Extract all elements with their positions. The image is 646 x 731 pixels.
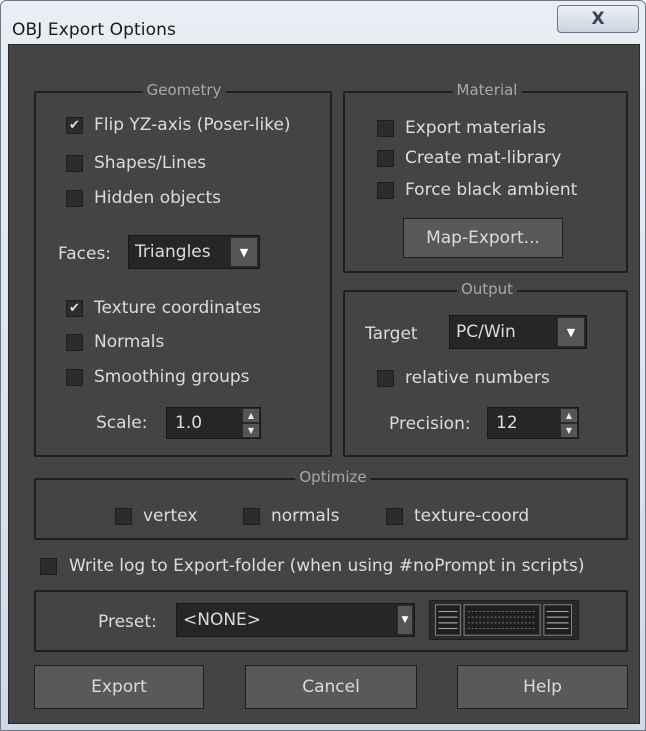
export-button[interactable]: Export xyxy=(34,665,204,709)
optimize-vertex-label: vertex xyxy=(143,506,198,526)
preset-label: Preset: xyxy=(98,612,157,632)
smoothing-groups-checkbox-box[interactable] xyxy=(66,368,83,386)
scale-label: Scale: xyxy=(96,413,148,433)
shapes-lines-label: Shapes/Lines xyxy=(94,153,207,173)
shapes-lines-checkbox[interactable]: Shapes/Lines xyxy=(66,153,206,173)
force-black-ambient-checkbox-box[interactable] xyxy=(377,181,394,199)
create-mat-library-checkbox-box[interactable] xyxy=(377,149,394,167)
target-dropdown[interactable]: PC/Win ▼ xyxy=(449,315,587,349)
optimize-texture-coord-label: texture-coord xyxy=(414,506,530,526)
help-button[interactable]: Help xyxy=(457,665,628,709)
target-value: PC/Win xyxy=(456,322,516,342)
write-log-checkbox-box[interactable] xyxy=(40,557,57,575)
relative-numbers-label: relative numbers xyxy=(405,368,550,388)
precision-spinner[interactable]: 12 ▲ ▼ xyxy=(487,407,579,439)
optimize-normals-checkbox-box[interactable] xyxy=(243,507,260,525)
faces-dropdown[interactable]: Triangles ▼ xyxy=(128,235,260,269)
force-black-ambient-checkbox[interactable]: Force black ambient xyxy=(377,180,577,200)
preset-value: <NONE> xyxy=(183,610,262,630)
optimize-group-title: Optimize xyxy=(295,468,371,486)
title-bar[interactable]: OBJ Export Options X xyxy=(1,1,645,45)
flip-yz-checkbox[interactable]: Flip YZ-axis (Poser-like) xyxy=(66,115,291,135)
dialog-client-area: Geometry Flip YZ-axis (Poser-like) Shape… xyxy=(8,44,640,724)
target-label: Target xyxy=(365,324,418,344)
cancel-button[interactable]: Cancel xyxy=(245,665,417,709)
material-group-title: Material xyxy=(452,81,522,99)
chevron-down-icon[interactable]: ▼ xyxy=(557,317,585,347)
output-group-title: Output xyxy=(456,280,518,298)
precision-spinner-buttons: ▲ ▼ xyxy=(560,408,578,438)
export-materials-checkbox-box[interactable] xyxy=(377,119,394,137)
smoothing-groups-checkbox[interactable]: Smoothing groups xyxy=(66,367,250,387)
relative-numbers-checkbox[interactable]: relative numbers xyxy=(377,368,550,388)
geometry-group-title: Geometry xyxy=(142,81,226,99)
normals-checkbox[interactable]: Normals xyxy=(66,332,164,352)
optimize-vertex-checkbox-box[interactable] xyxy=(115,507,132,525)
spinner-down-icon[interactable]: ▼ xyxy=(242,423,260,438)
close-button[interactable]: X xyxy=(557,5,639,33)
obj-export-dialog: OBJ Export Options X Geometry Flip YZ-ax… xyxy=(0,0,646,731)
optimize-normals-checkbox[interactable]: normals xyxy=(243,506,339,526)
create-mat-library-checkbox[interactable]: Create mat-library xyxy=(377,148,561,168)
hidden-objects-label: Hidden objects xyxy=(94,188,221,208)
optimize-texture-coord-checkbox[interactable]: texture-coord xyxy=(386,506,529,526)
texture-coordinates-label: Texture coordinates xyxy=(94,298,262,318)
precision-label: Precision: xyxy=(389,414,471,434)
precision-value[interactable]: 12 xyxy=(488,408,560,438)
map-export-button[interactable]: Map-Export... xyxy=(403,218,563,258)
window-title: OBJ Export Options xyxy=(12,20,176,40)
hidden-objects-checkbox[interactable]: Hidden objects xyxy=(66,188,221,208)
close-icon: X xyxy=(591,9,605,29)
optimize-texture-coord-checkbox-box[interactable] xyxy=(386,507,403,525)
smoothing-groups-label: Smoothing groups xyxy=(94,367,250,387)
relative-numbers-checkbox-box[interactable] xyxy=(377,369,394,387)
preset-manager-icon[interactable] xyxy=(429,600,579,640)
scale-value[interactable]: 1.0 xyxy=(167,408,242,438)
normals-label: Normals xyxy=(94,332,165,352)
hidden-objects-checkbox-box[interactable] xyxy=(66,189,83,207)
preset-dropdown[interactable]: <NONE> ▼ xyxy=(176,603,415,637)
write-log-checkbox[interactable]: Write log to Export-folder (when using #… xyxy=(40,556,584,576)
create-mat-library-label: Create mat-library xyxy=(405,148,562,168)
spinner-down-icon[interactable]: ▼ xyxy=(560,423,578,438)
spinner-up-icon[interactable]: ▲ xyxy=(560,408,578,423)
faces-label: Faces: xyxy=(58,244,112,264)
chevron-down-icon[interactable]: ▼ xyxy=(397,605,413,635)
optimize-normals-label: normals xyxy=(271,506,340,526)
texture-coordinates-checkbox-box[interactable] xyxy=(66,299,83,317)
optimize-vertex-checkbox[interactable]: vertex xyxy=(115,506,197,526)
texture-coordinates-checkbox[interactable]: Texture coordinates xyxy=(66,298,261,318)
flip-yz-checkbox-box[interactable] xyxy=(66,116,83,134)
export-materials-label: Export materials xyxy=(405,118,546,138)
force-black-ambient-label: Force black ambient xyxy=(405,180,578,200)
flip-yz-label: Flip YZ-axis (Poser-like) xyxy=(94,115,291,135)
scale-spinner-buttons: ▲ ▼ xyxy=(242,408,260,438)
chevron-down-icon[interactable]: ▼ xyxy=(230,237,258,267)
geometry-group: Geometry xyxy=(34,81,332,457)
normals-checkbox-box[interactable] xyxy=(66,333,83,351)
faces-value: Triangles xyxy=(135,242,211,262)
spinner-up-icon[interactable]: ▲ xyxy=(242,408,260,423)
scale-spinner[interactable]: 1.0 ▲ ▼ xyxy=(166,407,261,439)
shapes-lines-checkbox-box[interactable] xyxy=(66,154,83,172)
write-log-label: Write log to Export-folder (when using #… xyxy=(69,556,585,576)
export-materials-checkbox[interactable]: Export materials xyxy=(377,118,546,138)
